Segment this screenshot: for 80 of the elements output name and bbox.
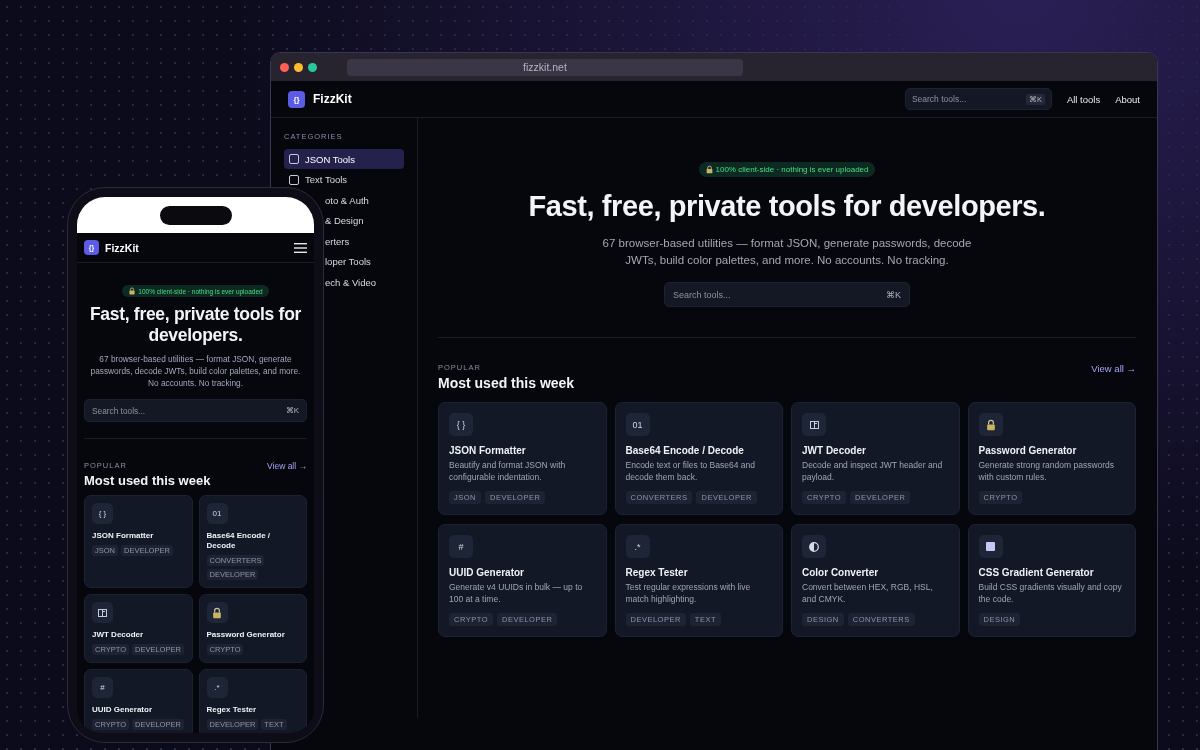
search-placeholder: Search tools... bbox=[911, 94, 967, 104]
category-item[interactable]: oto & Auth bbox=[325, 190, 404, 210]
category-item[interactable]: erters bbox=[325, 231, 404, 251]
hero-description: 67 browser-based utilities — format JSON, generate passwords, decode JWTs, build color palettes, and more. No accounts. No tracking. bbox=[89, 353, 302, 389]
square-icon bbox=[986, 542, 995, 551]
category-label: JSON Tools bbox=[305, 153, 355, 165]
tool-title: UUID Generator bbox=[92, 705, 152, 715]
checkbox-icon bbox=[289, 174, 299, 185]
headline: Fast, free, private tools for developers. bbox=[88, 304, 303, 346]
tool-description: Convert between HEX, RGB, HSL, and CMYK. bbox=[802, 581, 934, 605]
category-label: ech & Video bbox=[325, 276, 377, 288]
nav-link[interactable]: About bbox=[1115, 93, 1140, 105]
headline: Fast, free, private tools for developers. bbox=[528, 190, 1046, 223]
tool-title: Password Generator bbox=[206, 630, 285, 640]
tool-description: Test regular expressions with live match highlighting. bbox=[625, 581, 752, 605]
category-label: loper Tools bbox=[325, 256, 371, 267]
tool-title: JSON Formatter bbox=[449, 445, 526, 456]
contrast-icon bbox=[809, 541, 819, 552]
tool-title: UUID Generator bbox=[449, 567, 524, 578]
icon-tile: 01 bbox=[625, 413, 650, 436]
search-field[interactable]: Search tools... ⌘K bbox=[664, 282, 910, 307]
nav-link[interactable]: All tools bbox=[1066, 93, 1101, 105]
category-item[interactable]: loper Tools bbox=[325, 251, 404, 272]
category-label: erters bbox=[325, 235, 350, 247]
tool-title: JWT Decoder bbox=[802, 445, 866, 456]
tool-description: Generate strong random passwords with custom rules. bbox=[978, 459, 1116, 483]
tool-title: JWT Decoder bbox=[92, 630, 144, 640]
view-all-link[interactable]: View all → bbox=[267, 461, 307, 471]
brand-name[interactable]: FizzKit bbox=[105, 241, 288, 254]
tool-title: Password Generator bbox=[978, 445, 1077, 456]
tool-description: Generate v4 UUIDs in bulk — up to 100 at a time. bbox=[449, 581, 584, 605]
category-item[interactable]: ech & Video bbox=[325, 272, 404, 292]
icon-tile: 01 bbox=[206, 503, 228, 524]
search-field[interactable]: Search tools... ⌘K bbox=[84, 399, 307, 422]
logo[interactable]: {} bbox=[288, 90, 305, 108]
lock-icon bbox=[211, 606, 223, 619]
badge-text: 100% client-side · nothing is ever uploaded bbox=[715, 165, 869, 174]
tool-title: JSON Formatter bbox=[92, 531, 154, 541]
tool-description: Beautify and format JSON with configurable indentation. bbox=[449, 459, 567, 483]
icon-tile: # bbox=[449, 535, 473, 558]
lock-icon bbox=[704, 165, 714, 174]
tool-title: Color Converter bbox=[802, 567, 879, 578]
category-label: & Design bbox=[325, 215, 364, 226]
category-label: Text Tools bbox=[305, 174, 348, 185]
tool-title: Base64 Encode / Decode bbox=[206, 531, 272, 551]
icon-tile: { } bbox=[92, 503, 113, 524]
checkbox-icon bbox=[289, 154, 299, 164]
tool-title: Regex Tester bbox=[625, 567, 688, 578]
view-all-link[interactable]: View all → bbox=[1091, 363, 1136, 374]
shortcut-hint: ⌘K bbox=[886, 289, 901, 300]
tool-title: Regex Tester bbox=[206, 705, 257, 715]
menu-icon[interactable] bbox=[294, 242, 307, 253]
hero-description: 67 browser-based utilities — format JSON, generate passwords, decode JWTs, build color palettes, and more. No accounts. No tracking. bbox=[601, 236, 973, 268]
category-label: oto & Auth bbox=[325, 194, 369, 206]
window-zoom-button[interactable] bbox=[308, 62, 317, 72]
tool-title: CSS Gradient Generator bbox=[978, 567, 1094, 578]
icon-tile: .* bbox=[206, 677, 228, 698]
category-item[interactable]: Text Tools bbox=[284, 169, 404, 190]
lock-icon bbox=[128, 287, 137, 295]
window-close-button[interactable] bbox=[280, 62, 289, 72]
tool-title: Base64 Encode / Decode bbox=[625, 445, 744, 456]
category-item[interactable]: & Design bbox=[325, 210, 404, 231]
tool-description: Decode and inspect JWT header and payload. bbox=[802, 459, 944, 483]
lock-icon bbox=[984, 418, 997, 431]
section-title: Most used this week bbox=[84, 473, 211, 488]
shortcut-hint: ⌘K bbox=[285, 406, 299, 415]
search-placeholder: Search tools... bbox=[673, 289, 731, 300]
panel-icon bbox=[809, 420, 819, 429]
icon-tile: .* bbox=[625, 535, 650, 558]
address-bar[interactable]: fizzkit.net bbox=[347, 58, 743, 76]
search-placeholder: Search tools... bbox=[92, 405, 146, 416]
category-item[interactable]: JSON Tools bbox=[284, 149, 404, 169]
icon-tile: # bbox=[92, 677, 113, 698]
tool-description: Encode text or files to Base64 and decode them back. bbox=[625, 459, 756, 483]
panel-icon bbox=[98, 608, 107, 617]
window-minimize-button[interactable] bbox=[294, 62, 303, 72]
icon-tile: { } bbox=[449, 413, 473, 436]
section-title: Most used this week bbox=[438, 375, 575, 391]
tool-description: Build CSS gradients visually and copy the code. bbox=[978, 581, 1123, 605]
brand-name[interactable]: FizzKit bbox=[313, 92, 899, 106]
